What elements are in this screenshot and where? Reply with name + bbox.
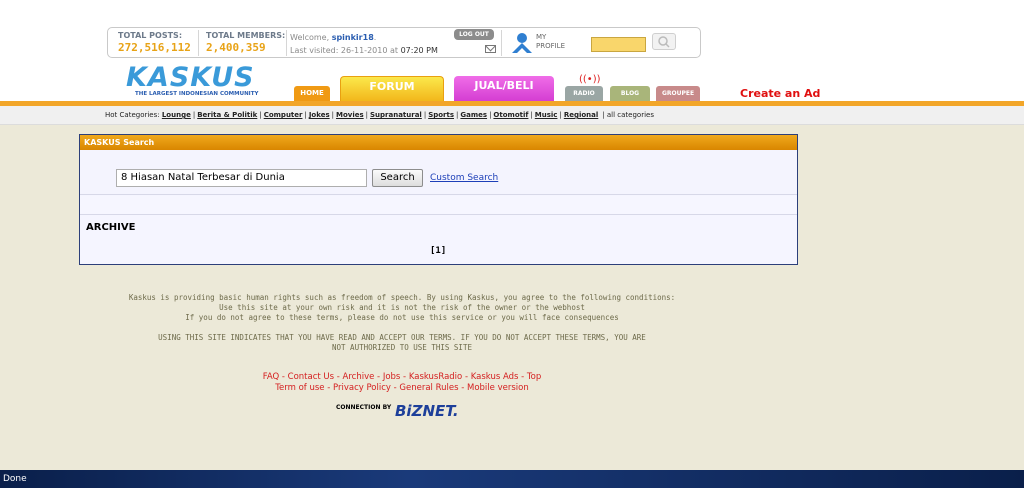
custom-search-link[interactable]: Custom Search [430,173,498,183]
divider [198,30,199,56]
panel-title: KASKUS Search [80,135,797,150]
my-profile-link[interactable]: MY PROFILE [536,33,565,51]
search-icon [658,36,670,48]
last-visited-time: 07:20 PM [400,46,438,55]
total-members-value: 2,400,359 [206,41,266,54]
welcome-text: Welcome, spinkir18. [290,33,377,42]
separator: | [365,111,368,119]
quick-search-button[interactable] [652,33,676,50]
terms-line-1: Kaskus is providing basic human rights s… [128,293,676,302]
tab-radio[interactable]: RADIO [565,86,603,101]
archive-heading: ARCHIVE [86,222,136,233]
last-visited-prefix: Last visited: 26-11-2010 at [290,46,399,55]
divider [286,30,287,56]
last-visited: Last visited: 26-11-2010 at 07:20 PM [290,46,438,55]
terms-line-4: USING THIS SITE INDICATES THAT YOU HAVE … [158,333,646,342]
username-link[interactable]: spinkir18 [332,33,374,42]
radio-icon: ((•)) [579,74,601,85]
terms-text: Kaskus is providing basic human rights s… [0,293,804,323]
spacer-row [80,196,797,215]
hot-category-link[interactable]: Otomotif [493,111,528,119]
logo-tagline: THE LARGEST INDONESIAN COMMUNITY [135,91,259,97]
divider [501,30,502,56]
terms-line-2: Use this site at your own risk and it is… [219,303,585,312]
hot-category-link[interactable]: Sports [428,111,454,119]
total-posts: TOTAL POSTS: 272,516,112 [118,31,191,54]
profile-label-1: MY [536,33,547,41]
mail-icon[interactable] [485,45,496,53]
welcome-prefix: Welcome, [290,33,330,42]
tab-jual-beli[interactable]: JUAL/BELI [454,76,554,101]
separator: | [304,111,307,119]
tab-forum[interactable]: FORUM [340,76,444,101]
search-input[interactable]: 8 Hiasan Natal Terbesar di Dunia [116,169,367,187]
hot-category-link[interactable]: Games [460,111,487,119]
hot-category-link[interactable]: Supranatural [370,111,422,119]
hot-categories-bar: Hot Categories: Lounge | Berita & Politik |… [0,106,1024,125]
browser-status-bar: Done [0,470,1024,488]
footer-links-line-2[interactable]: Term of use - Privacy Policy - General R… [0,383,804,394]
total-posts-value: 272,516,112 [118,41,191,54]
footer-links: FAQ - Contact Us - Archive - Jobs - Kask… [0,372,804,394]
separator: | [259,111,262,119]
separator: | [423,111,427,119]
terms-warning: USING THIS SITE INDICATES THAT YOU HAVE … [0,333,804,353]
page-number[interactable]: [1] [430,246,446,256]
connection-label: CONNECTION BY [336,404,392,411]
tab-home[interactable]: HOME [294,86,330,101]
hot-category-link[interactable]: Movies [336,111,364,119]
separator: | [489,111,492,119]
profile-icon[interactable] [510,31,534,55]
hot-categories-list: Lounge | Berita & Politik | Computer | Jokes | M… [162,111,598,119]
total-members-label: TOTAL MEMBERS: [206,31,286,40]
stats-box: TOTAL POSTS: 272,516,112 TOTAL MEMBERS: … [107,27,701,58]
hot-category-link[interactable]: Computer [264,111,303,119]
hot-category-link[interactable]: Jokes [309,111,330,119]
separator: | [192,111,196,119]
terms-line-3: If you do not agree to these terms, plea… [185,313,619,322]
search-button[interactable]: Search [372,169,423,187]
total-members: TOTAL MEMBERS: 2,400,359 [206,31,285,54]
separator: | [530,111,533,119]
terms-line-5: NOT AUTHORIZED TO USE THIS SITE [332,343,472,352]
search-row: 8 Hiasan Natal Terbesar di Dunia Search … [80,150,797,195]
separator: | [559,111,562,119]
all-categories-link[interactable]: all categories [607,111,654,119]
separator: | [456,111,459,119]
create-ad-link[interactable]: Create an Ad [740,87,820,100]
hot-categories-label: Hot Categories: [105,111,160,119]
logout-button[interactable]: LOG OUT [454,29,494,40]
footer-links-line-1[interactable]: FAQ - Contact Us - Archive - Jobs - Kask… [0,372,804,383]
kaskus-logo[interactable]: KASKUS THE LARGEST INDONESIAN COMMUNITY [126,62,266,100]
tab-blog[interactable]: BLOG [610,86,650,101]
profile-label-2: PROFILE [536,42,566,50]
hot-category-link[interactable]: Berita & Politik [197,111,257,119]
biznet-logo[interactable]: BiZNET. [395,402,459,420]
tab-groupee[interactable]: GROUPEE [656,86,700,101]
hot-category-link[interactable]: Lounge [162,111,191,119]
hot-category-link[interactable]: Music [535,111,558,119]
hot-category-link[interactable]: Regional [564,111,598,119]
separator: | [331,111,334,119]
status-text: Done [3,474,27,484]
search-panel: KASKUS Search 8 Hiasan Natal Terbesar di… [79,134,798,265]
quick-search-input[interactable] [591,37,646,52]
logo-text: KASKUS [126,62,255,93]
total-posts-label: TOTAL POSTS: [118,31,183,40]
